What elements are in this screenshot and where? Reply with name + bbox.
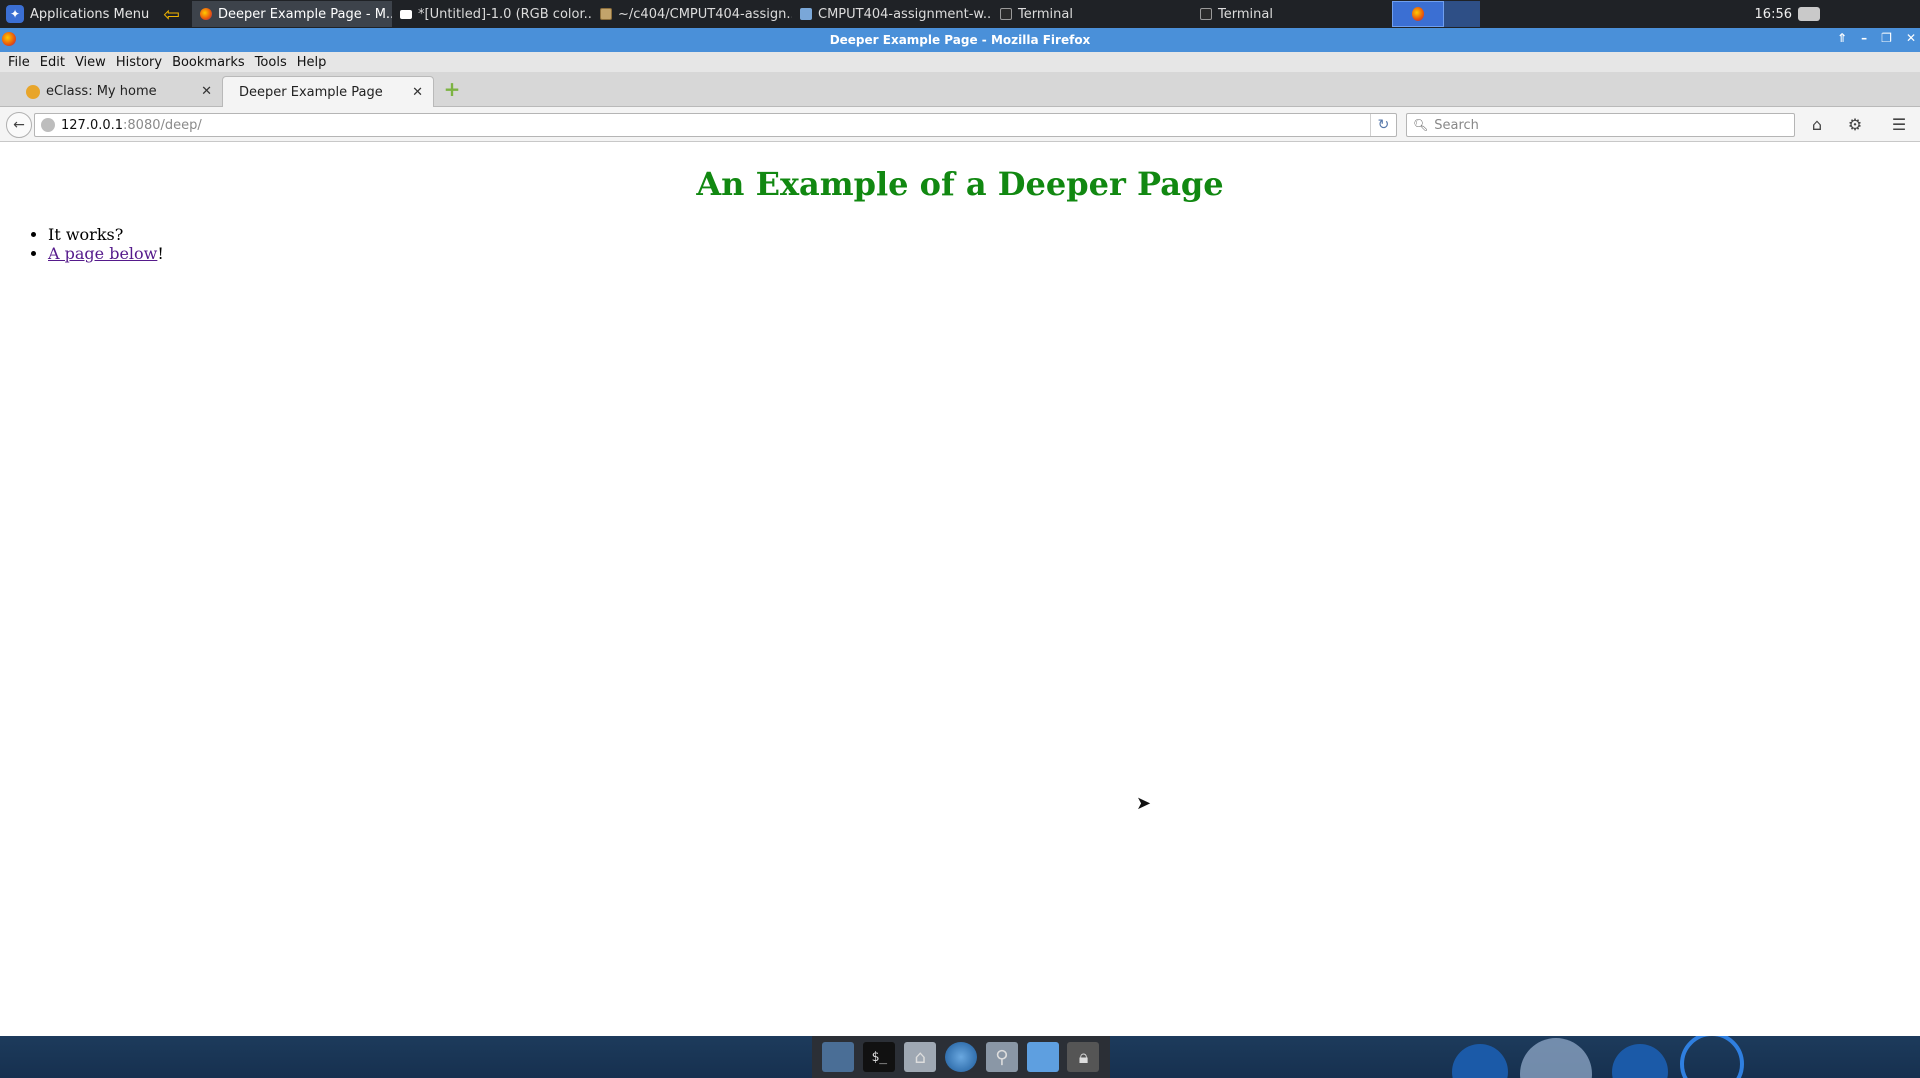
url-text[interactable]: 127.0.0.1:8080/deep/: [61, 118, 1370, 133]
text-editor-icon: [600, 8, 612, 20]
site-identity-icon[interactable]: [41, 118, 55, 132]
bottom-dock: $_ ⌂ ⚲ 🔒︎: [0, 1036, 1920, 1078]
taskbar-item-terminal-2[interactable]: Terminal: [1192, 1, 1392, 27]
menu-bookmarks[interactable]: Bookmarks: [168, 55, 249, 70]
window-shade-icon[interactable]: ⇑: [1837, 31, 1847, 45]
xfce-mouse-icon: ✦: [6, 5, 24, 23]
page-below-link[interactable]: A page below: [48, 244, 157, 263]
terminal-icon: [1200, 8, 1212, 20]
taskbar-item-label: ~/c404/CMPUT404-assign...: [618, 6, 792, 22]
menu-help[interactable]: Help: [293, 55, 331, 70]
lock-screen-icon[interactable]: 🔒︎: [1067, 1042, 1100, 1072]
firefox-icon: [200, 8, 212, 20]
menu-file[interactable]: File: [4, 55, 34, 70]
firefox-icon[interactable]: [2, 32, 16, 46]
menu-edit[interactable]: Edit: [36, 55, 69, 70]
url-host: 127.0.0.1: [61, 117, 124, 133]
taskbar-item-label: *[Untitled]-1.0 (RGB color...: [418, 6, 592, 22]
page-title: An Example of a Deeper Page: [696, 165, 1224, 203]
home-folder-launcher-icon[interactable]: ⌂: [904, 1042, 937, 1072]
show-desktop-arrow-icon[interactable]: ⇦: [163, 2, 180, 26]
wallpaper-circle-decoration: [1612, 1044, 1668, 1078]
web-browser-launcher-icon[interactable]: [944, 1042, 977, 1072]
navigation-bar: ← 127.0.0.1:8080/deep/ ↻ 🔍︎ Search ⌂ ⚙ ☰: [0, 107, 1920, 142]
workspace-1-button[interactable]: [1392, 1, 1444, 27]
tab-strip: eClass: My home ✕ Deeper Example Page ✕: [0, 72, 1920, 107]
back-button[interactable]: ←: [6, 112, 32, 138]
tab-title: eClass: My home: [46, 84, 157, 99]
arrow-left-icon: ←: [13, 117, 25, 133]
firefox-icon: [1412, 7, 1424, 21]
tab-deeper-example[interactable]: Deeper Example Page ✕: [222, 76, 434, 107]
list-item: It works?: [48, 225, 1920, 244]
close-icon[interactable]: ✕: [1906, 31, 1916, 45]
applications-menu-label: Applications Menu: [30, 6, 150, 22]
terminal-icon: [1000, 8, 1012, 20]
list-item: A page below!: [48, 244, 1920, 263]
taskbar-item-editor[interactable]: ~/c404/CMPUT404-assign...: [592, 1, 792, 27]
terminal-launcher-icon[interactable]: $_: [863, 1042, 896, 1072]
search-input[interactable]: 🔍︎ Search: [1406, 113, 1795, 137]
taskbar-item-terminal-1[interactable]: Terminal: [992, 1, 1192, 27]
eclass-favicon-icon: [26, 84, 40, 99]
tab-title: Deeper Example Page: [239, 84, 383, 100]
search-placeholder: Search: [1434, 117, 1479, 133]
menu-history[interactable]: History: [112, 55, 166, 70]
maximize-icon[interactable]: ❐: [1881, 31, 1892, 45]
menu-view[interactable]: View: [71, 55, 110, 70]
close-tab-icon[interactable]: ✕: [201, 84, 212, 99]
gear-icon[interactable]: ⚙: [1845, 115, 1865, 135]
reload-icon[interactable]: ↻: [1370, 114, 1396, 136]
files-launcher-icon[interactable]: [1026, 1042, 1059, 1072]
list-item-text: It works?: [48, 225, 124, 244]
taskbar-item-label: CMPUT404-assignment-w...: [818, 6, 992, 22]
wallpaper-circle-decoration: [1452, 1044, 1508, 1078]
network-icon[interactable]: [1798, 7, 1820, 21]
applications-menu-button[interactable]: ✦ Applications Menu: [0, 0, 157, 28]
minimize-icon[interactable]: –: [1861, 31, 1867, 45]
menu-tools[interactable]: Tools: [251, 55, 291, 70]
taskbar-item-file-manager[interactable]: CMPUT404-assignment-w...: [792, 1, 992, 27]
link-suffix: !: [157, 244, 164, 263]
hamburger-menu-icon[interactable]: ☰: [1889, 115, 1909, 135]
url-path: :8080/deep/: [123, 117, 202, 133]
window-title: Deeper Example Page - Mozilla Firefox: [829, 33, 1091, 47]
url-bar[interactable]: 127.0.0.1:8080/deep/ ↻: [34, 113, 1397, 137]
workspace-2-button[interactable]: [1444, 1, 1480, 27]
new-tab-plus-icon[interactable]: +: [443, 79, 461, 99]
taskbar-item-label: Deeper Example Page - M...: [218, 6, 392, 22]
menu-bar: File Edit View History Bookmarks Tools H…: [0, 52, 1920, 72]
app-finder-launcher-icon[interactable]: ⚲: [985, 1042, 1018, 1072]
show-desktop-icon[interactable]: [822, 1042, 855, 1072]
search-icon: 🔍︎: [1413, 118, 1429, 132]
taskbar-item-label: Terminal: [1218, 6, 1273, 22]
clock[interactable]: 16:56: [1755, 7, 1792, 22]
mouse-cursor-icon: ➤: [1136, 793, 1152, 814]
wallpaper-circle-decoration: [1520, 1038, 1592, 1078]
dock-launcher-tray: $_ ⌂ ⚲ 🔒︎: [812, 1036, 1110, 1078]
window-titlebar[interactable]: Deeper Example Page - Mozilla Firefox ⇑ …: [0, 28, 1920, 52]
close-tab-icon[interactable]: ✕: [412, 85, 423, 100]
gimp-icon: [400, 9, 412, 19]
taskbar-item-firefox[interactable]: Deeper Example Page - M...: [192, 1, 392, 27]
taskbar-item-gimp[interactable]: *[Untitled]-1.0 (RGB color...: [392, 1, 592, 27]
wallpaper-circle-decoration: [1680, 1036, 1744, 1078]
home-icon[interactable]: ⌂: [1807, 115, 1827, 135]
page-list: It works? A page below!: [48, 225, 1920, 263]
top-panel: ✦ Applications Menu ⇦ Deeper Example Pag…: [0, 0, 1920, 28]
folder-icon: [800, 8, 812, 20]
page-content: An Example of a Deeper Page It works? A …: [0, 143, 1920, 1036]
taskbar-item-label: Terminal: [1018, 6, 1073, 22]
tab-eclass[interactable]: eClass: My home ✕: [16, 76, 222, 107]
